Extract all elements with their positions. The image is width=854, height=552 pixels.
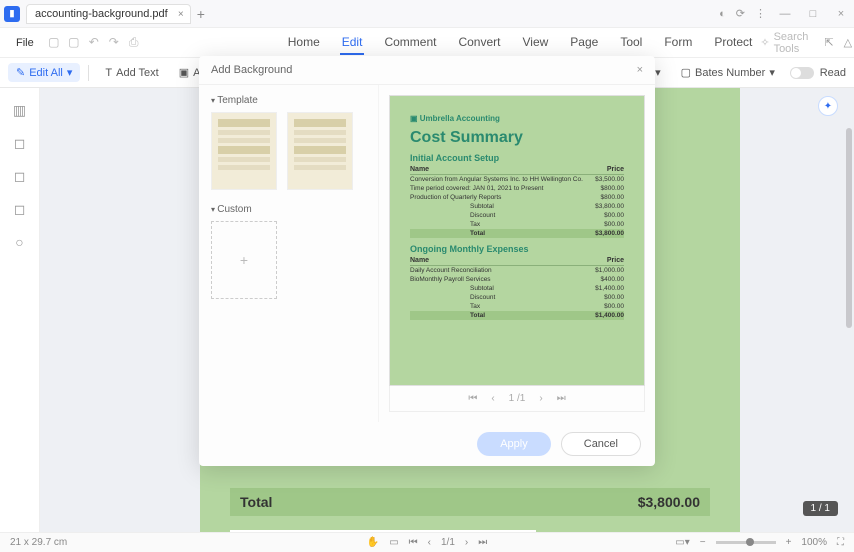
template-panel: Template Custom + (199, 85, 379, 422)
minimize-button[interactable]: — (776, 8, 794, 20)
status-next-icon[interactable]: › (465, 537, 468, 548)
add-custom-background[interactable]: + (211, 221, 277, 299)
template-option-2[interactable] (287, 112, 353, 190)
zoom-in-icon[interactable]: + (786, 537, 792, 548)
zoom-value[interactable]: 100% (801, 537, 827, 548)
hand-tool-icon[interactable]: ✋ (367, 537, 379, 548)
folder-icon[interactable]: ▢ (68, 35, 80, 50)
titlebar: ▮ accounting-background.pdf × + ◐ ⟳ ⋮ — … (0, 0, 854, 28)
statusbar: 21 x 29.7 cm ✋ ▭ ⏮ ‹ 1/1 › ⏭ ▭▾ − + 100%… (0, 532, 854, 552)
pager-last-icon[interactable]: ⏭ (557, 393, 566, 404)
search-icon: ✧ (760, 36, 769, 49)
pager-first-icon[interactable]: ⏮ (468, 393, 477, 404)
cloud2-icon[interactable]: △ (844, 36, 852, 49)
background-preview: ▣ Umbrella Accounting Cost Summary Initi… (389, 95, 645, 386)
dialog-close-icon[interactable]: × (637, 64, 643, 76)
preview-title: Cost Summary (410, 129, 624, 147)
status-first-icon[interactable]: ⏮ (409, 537, 418, 548)
sync-icon[interactable]: ⟳ (736, 7, 745, 20)
close-button[interactable]: × (832, 8, 850, 20)
preview-panel: ▣ Umbrella Accounting Cost Summary Initi… (379, 85, 655, 422)
print-icon[interactable]: ⎙ (128, 35, 140, 50)
template-section-label[interactable]: Template (211, 95, 366, 106)
maximize-button[interactable]: □ (804, 8, 822, 20)
more-icon[interactable]: ⋮ (755, 7, 766, 20)
custom-section-label[interactable]: Custom (211, 204, 366, 215)
tab-filename: accounting-background.pdf (35, 8, 168, 20)
redo-icon[interactable]: ↷ (108, 35, 120, 50)
share-icon[interactable]: ⇱ (824, 36, 833, 49)
status-prev-icon[interactable]: ‹ (428, 537, 431, 548)
save-icon[interactable]: ▢ (48, 35, 60, 50)
modal-overlay: Add Background × Template Custom + ▣ Umb… (0, 50, 854, 552)
view-mode-icon[interactable]: ▭▾ (675, 537, 689, 548)
select-tool-icon[interactable]: ▭ (389, 537, 398, 548)
document-tab[interactable]: accounting-background.pdf × (26, 4, 191, 24)
cancel-button[interactable]: Cancel (561, 432, 641, 456)
fit-icon[interactable]: ⛶ (837, 537, 844, 548)
add-background-dialog: Add Background × Template Custom + ▣ Umb… (199, 56, 655, 466)
cloud-icon[interactable]: ◐ (719, 8, 726, 20)
status-page[interactable]: 1/1 (441, 537, 455, 548)
status-last-icon[interactable]: ⏭ (478, 537, 487, 548)
zoom-out-icon[interactable]: − (700, 537, 706, 548)
pager-next-icon[interactable]: › (539, 393, 542, 404)
new-tab-button[interactable]: + (197, 6, 205, 22)
tab-close-icon[interactable]: × (178, 9, 184, 20)
app-icon: ▮ (4, 6, 20, 22)
zoom-slider[interactable] (716, 541, 776, 544)
preview-pager: ⏮ ‹ 1 /1 › ⏭ (389, 386, 645, 412)
template-option-1[interactable] (211, 112, 277, 190)
page-dimensions: 21 x 29.7 cm (10, 537, 67, 548)
file-menu[interactable]: File (8, 35, 42, 51)
undo-icon[interactable]: ↶ (88, 35, 100, 50)
apply-button[interactable]: Apply (477, 432, 551, 456)
pager-prev-icon[interactable]: ‹ (491, 393, 494, 404)
dialog-title: Add Background (211, 64, 292, 76)
